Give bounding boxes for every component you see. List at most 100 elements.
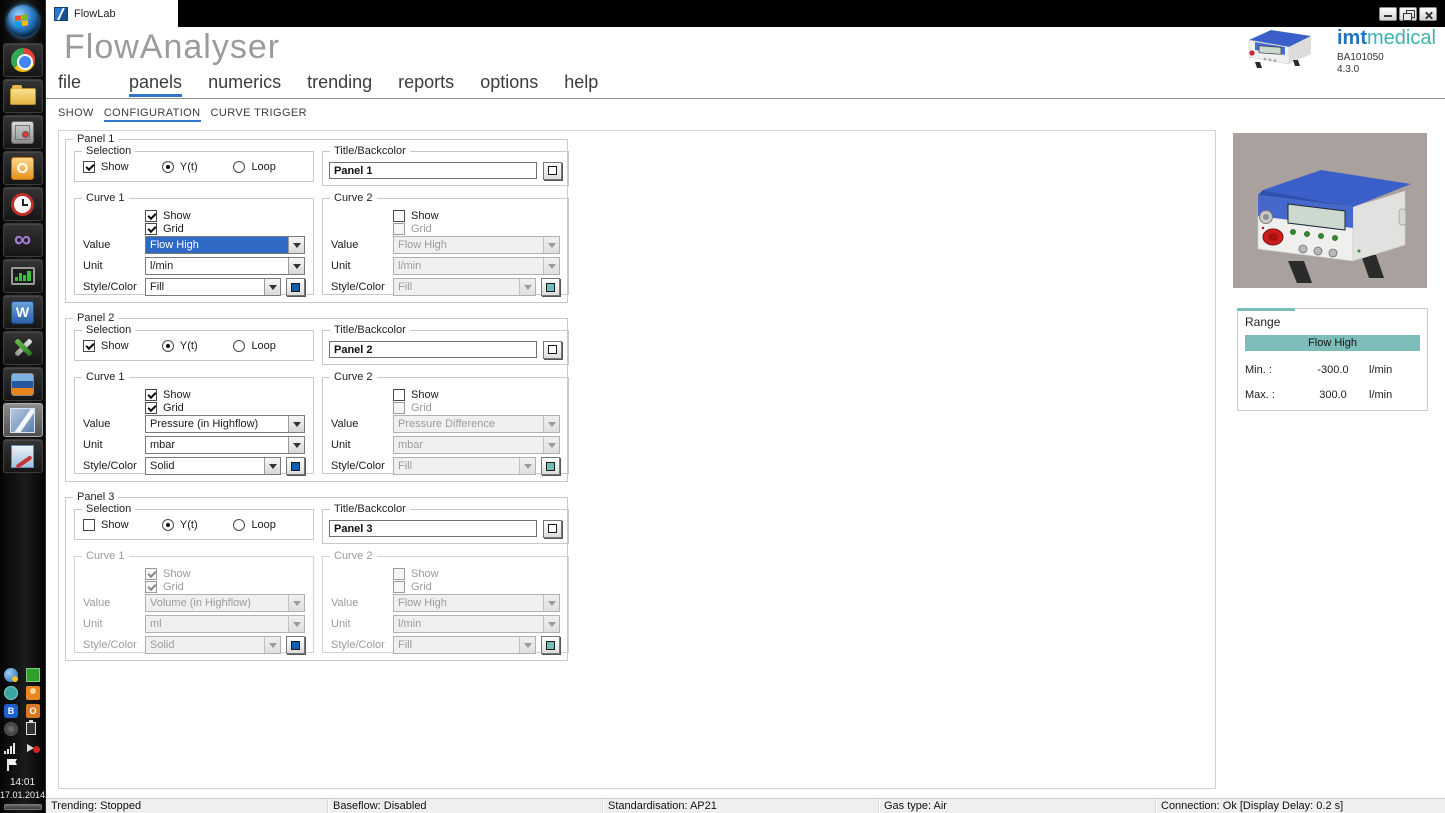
menu-numerics[interactable]: numerics: [208, 72, 281, 97]
panel1-curve1-grid-checkbox[interactable]: Grid: [145, 223, 305, 235]
panel2-title-input[interactable]: [329, 341, 537, 358]
word-icon: W: [11, 301, 34, 324]
max-label: Max. :: [1245, 389, 1297, 401]
taskbar-item-tools[interactable]: [3, 331, 43, 365]
taskbar-clock[interactable]: 14:01 17.01.2014: [0, 777, 45, 801]
range-value-name: Flow High: [1245, 335, 1420, 351]
curve2-label: Curve 2: [330, 550, 377, 562]
volume-icon[interactable]: [4, 722, 18, 736]
panel2-curve1-value-dropdown[interactable]: Pressure (in Highflow): [145, 415, 305, 433]
menu-panels[interactable]: panels: [129, 72, 182, 97]
panel1-show-checkbox[interactable]: Show: [83, 161, 162, 173]
panel2-group: Panel 2 Selection Show Y(t) Loop Title/B…: [65, 318, 568, 482]
muted-speaker-icon[interactable]: [26, 740, 40, 754]
panel1-yt-radio[interactable]: Y(t): [162, 161, 234, 173]
clock-time: 14:01: [0, 777, 45, 789]
chevron-down-icon: [543, 437, 559, 453]
taskbar-item-visualstudio[interactable]: ∞: [3, 223, 43, 257]
panel1-backcolor-button[interactable]: [543, 162, 562, 180]
panel1-curve1-show-checkbox[interactable]: Show: [145, 210, 305, 222]
taskbar-item-word[interactable]: W: [3, 295, 43, 329]
panel1-curve1-color-button[interactable]: [286, 278, 305, 296]
panel3-backcolor-button[interactable]: [543, 520, 562, 538]
menu-reports[interactable]: reports: [398, 72, 454, 97]
panel2-curve1-grid-checkbox[interactable]: Grid: [145, 402, 305, 414]
panel1-title-input[interactable]: [329, 162, 537, 179]
taskbar-item-outlook[interactable]: O: [3, 151, 43, 185]
panel1-curve1-value-dropdown[interactable]: Flow High: [145, 236, 305, 254]
taskbar-item-safe[interactable]: [3, 115, 43, 149]
panel3-show-checkbox[interactable]: Show: [83, 519, 162, 531]
start-button[interactable]: [3, 1, 43, 41]
panel2-title-backcolor-group: Title/Backcolor: [322, 330, 569, 365]
range-min-row: Min. : -300.0 l/min: [1245, 364, 1420, 376]
visual-studio-icon: ∞: [14, 230, 31, 250]
taskbar-item-chrome[interactable]: [3, 43, 43, 77]
taskbar-item-flowlab-active[interactable]: [3, 403, 43, 437]
bluetooth-icon[interactable]: B: [4, 704, 18, 718]
panel3-curve1-group: Curve 1 Show Grid Value Volume (in Highf…: [74, 556, 314, 653]
network-icon[interactable]: [4, 668, 18, 682]
brand-block: imtmedical BA101050 4.3.0: [1337, 28, 1436, 76]
show-desktop-button[interactable]: [4, 804, 42, 810]
panel3-curve2-unit-dropdown: l/min: [393, 615, 560, 633]
panel2-label: Panel 2: [73, 312, 118, 324]
panel2-curve1-unit-dropdown[interactable]: mbar: [145, 436, 305, 454]
panel3-loop-radio[interactable]: Loop: [233, 519, 305, 531]
panel1-curve2-color-button[interactable]: [541, 278, 560, 296]
panel2-curve1-style-dropdown[interactable]: Solid: [145, 457, 281, 475]
chevron-down-icon: [519, 458, 535, 474]
user-icon[interactable]: [26, 686, 40, 700]
panel3-title-input[interactable]: [329, 520, 537, 537]
menu-file[interactable]: file: [58, 72, 81, 97]
taskbar-item-monitor[interactable]: [3, 259, 43, 293]
close-button[interactable]: [1419, 7, 1437, 21]
taskbar-item-explorer[interactable]: [3, 79, 43, 113]
device-image: [1233, 133, 1427, 288]
onenote-tray-icon[interactable]: O: [26, 704, 40, 718]
max-value: 300.0: [1297, 389, 1369, 401]
taskbar: O ∞ W B O 14:01 17.01.2014: [0, 0, 46, 813]
tab-show[interactable]: SHOW: [58, 107, 94, 122]
taskbar-item-clock-app[interactable]: [3, 187, 43, 221]
panel1-loop-radio[interactable]: Loop: [233, 161, 305, 173]
panel2-yt-radio[interactable]: Y(t): [162, 340, 234, 352]
panel1-curve1-unit-dropdown[interactable]: l/min: [145, 257, 305, 275]
selection-label: Selection: [82, 503, 135, 515]
brand-imt: imt: [1337, 27, 1367, 49]
panel2-curve1-show-checkbox[interactable]: Show: [145, 389, 305, 401]
panel1-curve2-show-checkbox[interactable]: Show: [393, 210, 560, 222]
battery-icon[interactable]: [26, 722, 36, 735]
panel3-curve1-unit-dropdown: ml: [145, 615, 305, 633]
panel2-curve1-color-button[interactable]: [286, 457, 305, 475]
panel2-selection-group: Selection Show Y(t) Loop: [74, 330, 314, 361]
panel2-loop-radio[interactable]: Loop: [233, 340, 305, 352]
menu-trending[interactable]: trending: [307, 72, 372, 97]
minimize-button[interactable]: [1379, 7, 1397, 21]
panel3-curve1-color-button[interactable]: [286, 636, 305, 654]
taskbar-item-vmware[interactable]: [3, 367, 43, 401]
panel2-backcolor-button[interactable]: [543, 341, 562, 359]
tab-curve-trigger[interactable]: CURVE TRIGGER: [211, 107, 307, 122]
taskbar-item-paint[interactable]: [3, 439, 43, 473]
menu-help[interactable]: help: [564, 72, 598, 97]
panel1-curve1-style-dropdown[interactable]: Fill: [145, 278, 281, 296]
tab-configuration[interactable]: CONFIGURATION: [104, 107, 201, 122]
menu-options[interactable]: options: [480, 72, 538, 97]
signal-bars-icon[interactable]: [4, 740, 18, 754]
panel2-show-checkbox[interactable]: Show: [83, 340, 162, 352]
chevron-down-icon: [264, 637, 280, 653]
chevron-down-icon: [288, 595, 304, 611]
panel2-curve2-show-checkbox[interactable]: Show: [393, 389, 560, 401]
action-center-flag-icon[interactable]: [4, 758, 18, 772]
panel1-curve2-style-dropdown: Fill: [393, 278, 536, 296]
main-menu: file panels numerics trending reports op…: [58, 72, 624, 97]
panel3-curve2-color-button[interactable]: [541, 636, 560, 654]
panel2-curve2-color-button[interactable]: [541, 457, 560, 475]
restore-button[interactable]: [1399, 7, 1417, 21]
status-green-icon[interactable]: [26, 668, 40, 682]
curve1-label: Curve 1: [82, 550, 129, 562]
sync-icon[interactable]: [4, 686, 18, 700]
panel3-yt-radio[interactable]: Y(t): [162, 519, 234, 531]
panel2-curve2-style-dropdown: Fill: [393, 457, 536, 475]
